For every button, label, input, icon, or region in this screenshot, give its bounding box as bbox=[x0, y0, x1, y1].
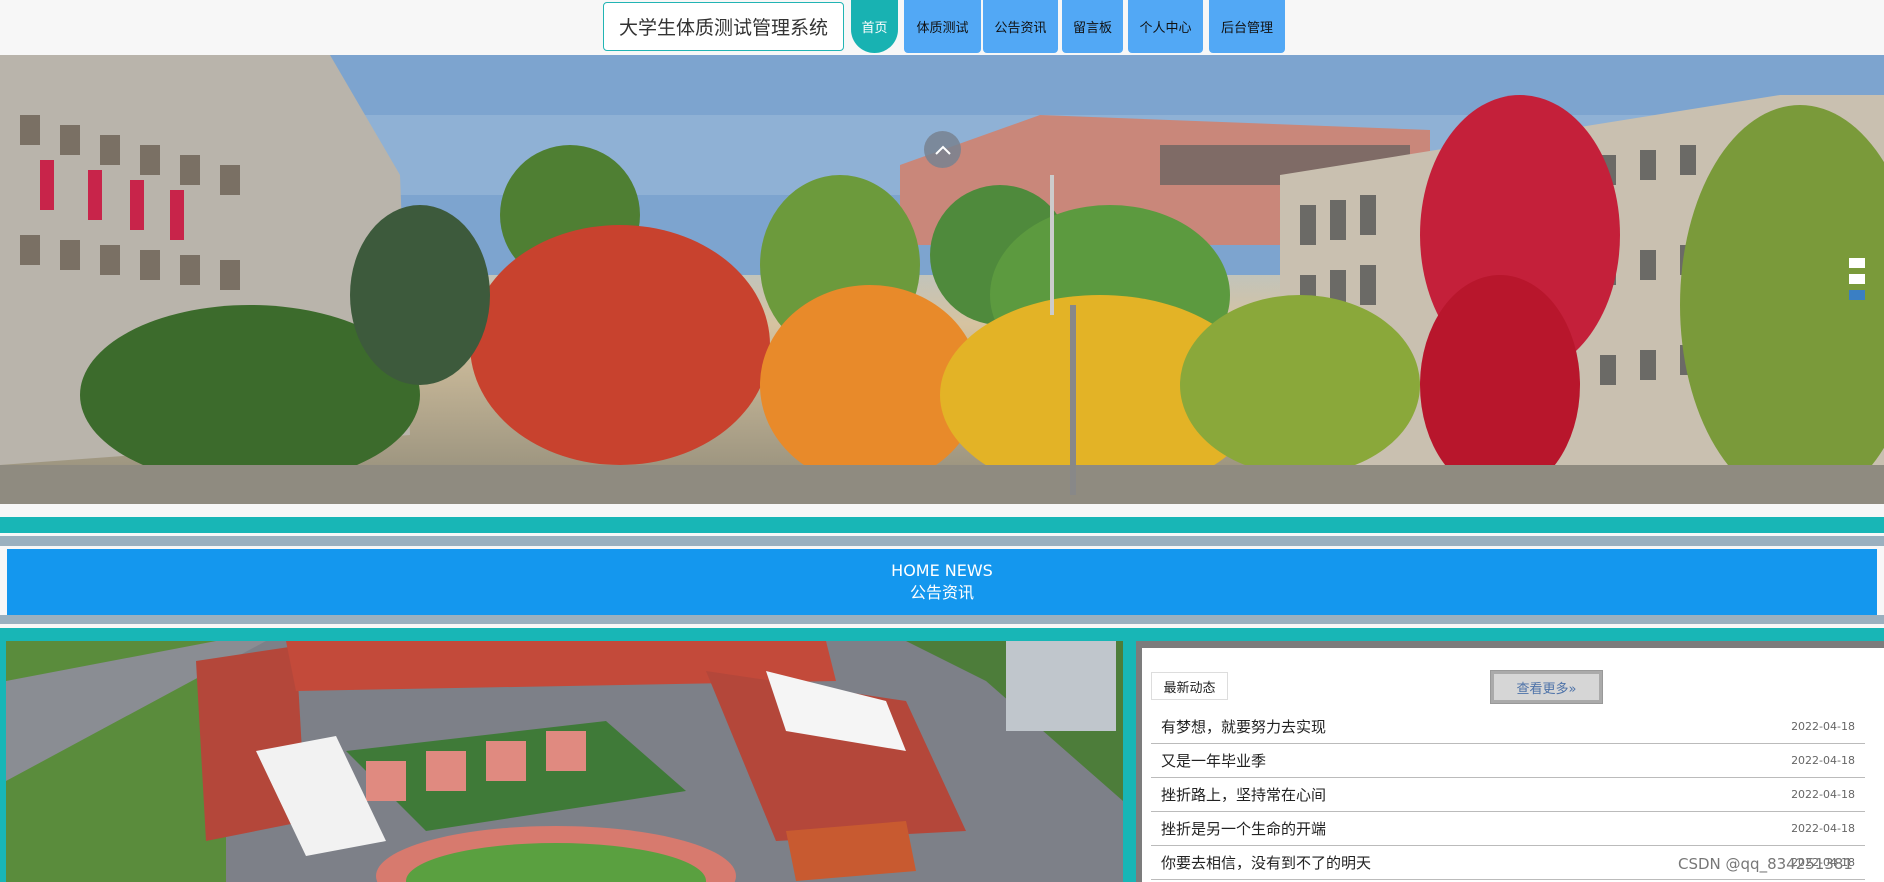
campus-aerial-image bbox=[6, 641, 1123, 882]
news-item-title: 又是一年毕业季 bbox=[1161, 752, 1267, 770]
divider-band bbox=[0, 615, 1884, 624]
view-more-button[interactable]: 查看更多» bbox=[1490, 670, 1603, 704]
news-item-title: 挫折是另一个生命的开端 bbox=[1161, 820, 1327, 838]
news-item-date: 2022-04-18 bbox=[1791, 822, 1855, 835]
news-item-date: 2022-04-18 bbox=[1791, 720, 1855, 733]
news-item[interactable]: 有梦想，就要努力去实现 2022-04-18 bbox=[1151, 710, 1865, 744]
chevron-up-icon bbox=[934, 145, 951, 155]
banner-carousel bbox=[0, 55, 1884, 504]
campus-banner-image bbox=[0, 55, 1884, 504]
news-item-title: 有梦想，就要努力去实现 bbox=[1161, 718, 1327, 736]
nav-admin[interactable]: 后台管理 bbox=[1209, 0, 1285, 53]
carousel-indicators bbox=[1849, 258, 1865, 306]
carousel-prev-button[interactable] bbox=[924, 131, 961, 168]
news-section-header: HOME NEWS 公告资讯 bbox=[7, 549, 1877, 615]
divider-band bbox=[0, 628, 1884, 640]
news-section-title-en: HOME NEWS bbox=[891, 561, 993, 580]
nav-fitness-test[interactable]: 体质测试 bbox=[904, 0, 981, 53]
nav-personal-center[interactable]: 个人中心 bbox=[1128, 0, 1203, 53]
carousel-dot-1[interactable] bbox=[1849, 258, 1865, 268]
news-item[interactable]: 又是一年毕业季 2022-04-18 bbox=[1151, 744, 1865, 778]
news-item[interactable]: 挫折路上，坚持常在心间 2022-04-18 bbox=[1151, 778, 1865, 812]
carousel-next-button[interactable] bbox=[924, 502, 961, 504]
nav-announcements[interactable]: 公告资讯 bbox=[983, 0, 1058, 53]
nav-message-board[interactable]: 留言板 bbox=[1062, 0, 1123, 53]
news-cover-image[interactable] bbox=[6, 641, 1123, 882]
divider-band bbox=[0, 517, 1884, 533]
news-section-title-cn: 公告资讯 bbox=[909, 583, 974, 602]
site-title[interactable]: 大学生体质测试管理系统 bbox=[603, 2, 844, 51]
latest-news-tag: 最新动态 bbox=[1151, 672, 1228, 700]
carousel-dot-3[interactable] bbox=[1849, 290, 1865, 300]
divider-band bbox=[0, 536, 1884, 546]
news-item-title: 你要去相信，没有到不了的明天 bbox=[1161, 854, 1372, 872]
news-item-date: 2022-04-18 bbox=[1791, 788, 1855, 801]
carousel-dot-2[interactable] bbox=[1849, 274, 1865, 284]
nav-home[interactable]: 首页 bbox=[851, 0, 898, 53]
news-item-title: 挫折路上，坚持常在心间 bbox=[1161, 786, 1327, 804]
news-item[interactable]: 挫折是另一个生命的开端 2022-04-18 bbox=[1151, 812, 1865, 846]
news-item-date: 2022-04-18 bbox=[1791, 754, 1855, 767]
watermark: CSDN @qq_834251381 bbox=[1678, 855, 1853, 873]
top-navbar: 大学生体质测试管理系统 首页 体质测试 公告资讯 留言板 个人中心 后台管理 bbox=[0, 0, 1884, 55]
